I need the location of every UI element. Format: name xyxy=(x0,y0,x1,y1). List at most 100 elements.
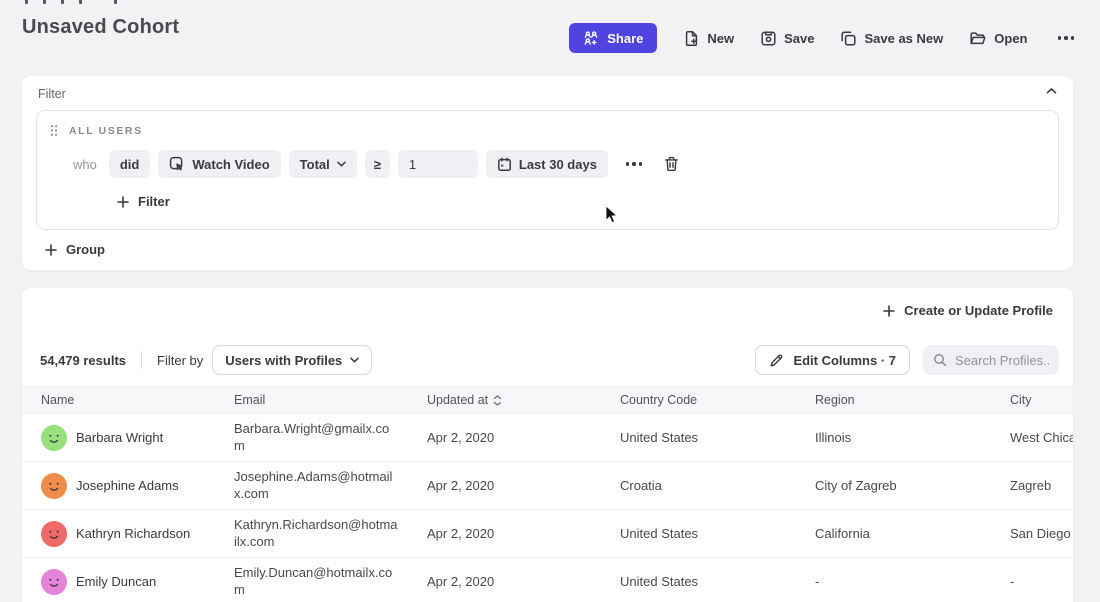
column-header-region[interactable]: Region xyxy=(796,393,991,407)
operator-chip[interactable]: ≥ xyxy=(365,150,390,178)
share-button[interactable]: Share xyxy=(569,23,657,53)
did-chip[interactable]: did xyxy=(109,150,151,178)
search-profiles-input[interactable] xyxy=(955,353,1049,368)
page-header: Unsaved Cohort Share xyxy=(0,0,1100,70)
event-icon xyxy=(169,156,185,172)
calendar-icon xyxy=(497,157,512,172)
save-button-label: Save xyxy=(784,31,814,46)
open-button[interactable]: Open xyxy=(969,23,1027,53)
cell-city: Zagreb xyxy=(991,478,1073,493)
pencil-icon xyxy=(769,353,784,368)
share-users-icon xyxy=(583,30,599,46)
table-row[interactable]: Emily Duncan Emily.Duncan@hotmailx.com A… xyxy=(22,558,1073,602)
profile-name: Kathryn Richardson xyxy=(76,526,190,541)
cell-updated-at: Apr 2, 2020 xyxy=(408,526,601,541)
header-actions: Share New xyxy=(569,23,1078,53)
aggregation-chip[interactable]: Total xyxy=(289,150,357,178)
drag-handle-icon[interactable] xyxy=(50,124,58,137)
date-range-chip-label: Last 30 days xyxy=(519,157,597,172)
results-count: 54,479 results xyxy=(40,353,126,368)
cell-region: - xyxy=(796,574,991,589)
page-title: Unsaved Cohort xyxy=(22,16,179,39)
who-label: who xyxy=(73,157,97,172)
profile-name: Emily Duncan xyxy=(76,574,156,589)
event-chip[interactable]: Watch Video xyxy=(158,150,280,178)
avatar xyxy=(41,521,67,547)
cell-updated-at: Apr 2, 2020 xyxy=(408,478,601,493)
cell-email: Kathryn.Richardson@hotmailx.com xyxy=(215,517,408,550)
header-more-options-icon[interactable] xyxy=(1054,32,1079,44)
date-range-chip[interactable]: Last 30 days xyxy=(486,150,608,178)
aggregation-chip-label: Total xyxy=(300,157,330,172)
cell-city: - xyxy=(991,574,1073,589)
table-row[interactable]: Kathryn Richardson Kathryn.Richardson@ho… xyxy=(22,510,1073,558)
share-button-label: Share xyxy=(607,31,643,46)
did-chip-label: did xyxy=(120,157,140,172)
add-filter-button[interactable]: Filter xyxy=(117,194,170,209)
avatar xyxy=(41,473,67,499)
profile-name: Josephine Adams xyxy=(76,478,179,493)
save-as-new-button[interactable]: Save as New xyxy=(840,23,943,53)
cell-country-code: United States xyxy=(601,574,796,589)
plus-icon xyxy=(117,196,129,208)
cell-updated-at: Apr 2, 2020 xyxy=(408,430,601,445)
plus-icon xyxy=(45,244,57,256)
cell-country-code: United States xyxy=(601,526,796,541)
behavior-clause-row: who did Watch Video Total xyxy=(37,150,1058,178)
profiles-table: Name Email Updated at Country Code Regio… xyxy=(22,386,1073,602)
profiles-panel: Create or Update Profile 54,479 results … xyxy=(22,288,1073,602)
chevron-down-icon xyxy=(350,357,359,363)
sort-icon[interactable] xyxy=(493,395,502,406)
cell-name: Kathryn Richardson xyxy=(22,521,215,547)
cell-name: Josephine Adams xyxy=(22,473,215,499)
create-or-update-profile-button[interactable]: Create or Update Profile xyxy=(883,303,1053,318)
cohort-group-box: ALL USERS who did Watch Video xyxy=(36,110,1059,230)
cell-region: California xyxy=(796,526,991,541)
clause-more-options-icon[interactable] xyxy=(622,158,647,170)
column-header-country-code[interactable]: Country Code xyxy=(601,393,796,407)
threshold-value: 1 xyxy=(409,157,416,172)
toolbar-divider xyxy=(141,351,142,369)
add-group-button[interactable]: Group xyxy=(45,242,105,257)
column-header-email[interactable]: Email xyxy=(215,393,408,407)
table-row[interactable]: Josephine Adams Josephine.Adams@hotmailx… xyxy=(22,462,1073,510)
save-button[interactable]: Save xyxy=(760,23,814,53)
edit-columns-label: Edit Columns · 7 xyxy=(793,353,896,368)
table-row[interactable]: Barbara Wright Barbara.Wright@gmailx.com… xyxy=(22,414,1073,462)
cell-name: Barbara Wright xyxy=(22,425,215,451)
profiles-type-dropdown[interactable]: Users with Profiles xyxy=(212,345,372,375)
chevron-down-icon xyxy=(337,161,346,167)
cell-region: Illinois xyxy=(796,430,991,445)
filter-panel-title: Filter xyxy=(38,87,66,101)
collapse-chevron-icon[interactable] xyxy=(1044,85,1059,97)
operator-chip-label: ≥ xyxy=(374,157,381,172)
add-group-label: Group xyxy=(66,242,105,257)
group-header: ALL USERS xyxy=(37,111,1058,137)
search-profiles-box[interactable] xyxy=(923,345,1059,375)
new-button[interactable]: New xyxy=(683,23,734,53)
profiles-toolbar: 54,479 results Filter by Users with Prof… xyxy=(40,345,1059,375)
cell-email: Emily.Duncan@hotmailx.com xyxy=(215,565,408,598)
edit-columns-button[interactable]: Edit Columns · 7 xyxy=(755,345,910,375)
cell-name: Emily Duncan xyxy=(22,569,215,595)
threshold-value-input[interactable]: 1 xyxy=(398,150,478,178)
cell-country-code: United States xyxy=(601,430,796,445)
delete-clause-trash-icon[interactable] xyxy=(662,154,681,174)
create-profile-label: Create or Update Profile xyxy=(904,303,1053,318)
plus-icon xyxy=(883,305,895,317)
duplicate-icon xyxy=(840,30,857,47)
new-file-icon xyxy=(683,30,700,47)
search-icon xyxy=(933,353,947,367)
cell-email: Josephine.Adams@hotmailx.com xyxy=(215,469,408,502)
avatar xyxy=(41,569,67,595)
column-header-updated-at[interactable]: Updated at xyxy=(408,393,601,407)
folder-open-icon xyxy=(969,30,987,47)
profile-name: Barbara Wright xyxy=(76,430,163,445)
save-icon xyxy=(760,30,777,47)
column-header-name[interactable]: Name xyxy=(22,393,215,407)
cell-updated-at: Apr 2, 2020 xyxy=(408,574,601,589)
cell-city: West Chicago xyxy=(991,430,1073,445)
column-header-city[interactable]: City xyxy=(991,393,1073,407)
profiles-dropdown-value: Users with Profiles xyxy=(225,353,342,368)
save-as-new-button-label: Save as New xyxy=(864,31,943,46)
